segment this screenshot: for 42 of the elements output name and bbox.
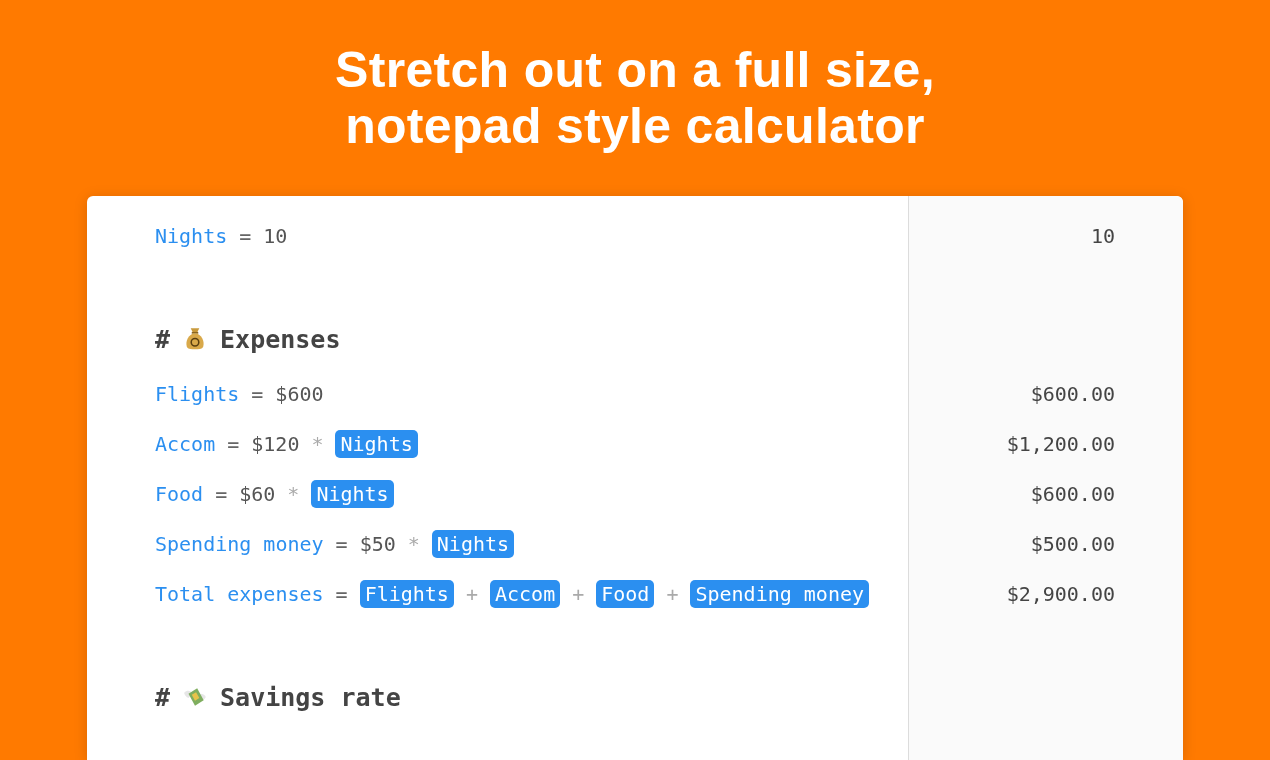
- result-value: $500.00: [1030, 532, 1115, 556]
- variable-reference: Nights: [311, 480, 394, 508]
- variable-name: Accom: [155, 432, 216, 456]
- variable-reference: Accom: [489, 580, 561, 608]
- variable-reference: Food: [596, 580, 655, 608]
- operator-sign: *: [407, 532, 420, 556]
- operator-sign: +: [572, 582, 585, 606]
- result-value: $2,900.00: [1006, 582, 1115, 606]
- equals-sign: =: [239, 224, 252, 248]
- result-value: 10: [1090, 224, 1115, 248]
- variable-name: Food: [155, 482, 204, 506]
- number-value: $120: [251, 432, 300, 456]
- number-value: $50: [359, 532, 396, 556]
- heading-marker: #: [155, 324, 171, 354]
- operator-sign: +: [465, 582, 478, 606]
- equals-sign: =: [335, 532, 348, 556]
- variable-reference: Flights: [359, 580, 454, 608]
- result-value: $1,200.00: [1006, 432, 1115, 456]
- number-value: $60: [239, 482, 276, 506]
- operator-sign: *: [287, 482, 300, 506]
- equals-sign: =: [335, 582, 348, 606]
- result-value: $600.00: [1030, 482, 1115, 506]
- variable-name: Total expenses: [155, 582, 324, 606]
- heading-marker: #: [155, 682, 171, 712]
- variable-reference: Nights: [431, 530, 515, 558]
- operator-sign: *: [311, 432, 324, 456]
- number-value: 10: [263, 224, 288, 248]
- number-value: $600: [275, 382, 324, 406]
- equals-sign: =: [251, 382, 264, 406]
- variable-reference: Spending money: [690, 580, 870, 608]
- result-value: $600.00: [1030, 382, 1115, 406]
- variable-name: Nights: [155, 224, 228, 248]
- equals-sign: =: [227, 432, 240, 456]
- operator-sign: +: [666, 582, 679, 606]
- variable-name: Flights: [155, 382, 240, 406]
- equals-sign: =: [215, 482, 228, 506]
- variable-reference: Nights: [335, 430, 418, 458]
- variable-name: Spending money: [155, 532, 324, 556]
- headline: Stretch out on a full size,: [335, 42, 935, 98]
- section-heading: Savings rate: [220, 682, 401, 712]
- section-heading: Expenses: [220, 324, 341, 354]
- headline: notepad style calculator: [345, 98, 925, 154]
